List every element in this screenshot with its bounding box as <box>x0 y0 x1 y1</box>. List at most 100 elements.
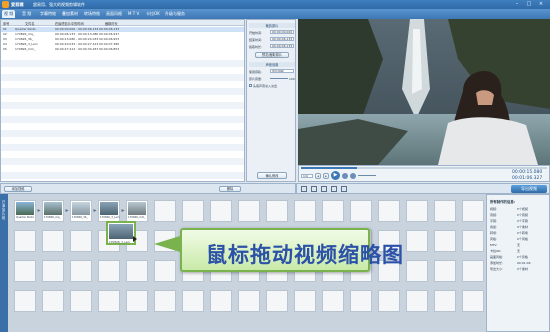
timeline-cell[interactable] <box>462 290 484 312</box>
tab-transitions[interactable]: 转场特效 <box>82 10 102 18</box>
tab-picture-style[interactable]: 画面风格 <box>104 10 124 18</box>
confirm-button[interactable]: 确认修改 <box>257 172 287 179</box>
volume-slider[interactable] <box>358 175 376 176</box>
timeline-side-label: 已添加片段 <box>2 200 6 220</box>
dragged-thumbnail[interactable]: 170826_3_Lsm <box>106 221 136 245</box>
timeline-cell[interactable]: 170826_3b_ <box>70 200 92 222</box>
timeline-cell[interactable] <box>98 290 120 312</box>
preview-cut-button[interactable]: 预览/截取原片 <box>255 52 289 58</box>
transition-arrow-icon[interactable]: ▸ <box>36 200 42 222</box>
timeline-cell[interactable] <box>350 200 372 222</box>
timeline-cell[interactable] <box>70 290 92 312</box>
timeline-cell[interactable]: 170826_mq_ <box>42 200 64 222</box>
cursor-icon <box>133 236 137 242</box>
table-row[interactable]: 05 170826_mm_ 00:00:27.413 - 00:00:34.26… <box>1 47 244 52</box>
tab-video[interactable]: 视 频 <box>2 10 16 18</box>
timeline-cell[interactable] <box>434 230 456 252</box>
duration-field[interactable]: 00:00:06.133 <box>270 44 294 48</box>
speed-field[interactable]: 1/4 <box>301 174 313 178</box>
tab-karaoke[interactable]: 卡拉OK <box>144 10 162 18</box>
fast-forward-icon[interactable] <box>350 173 356 179</box>
tab-overlay[interactable]: 叠加素材 <box>60 10 80 18</box>
timeline-cell[interactable] <box>126 290 148 312</box>
timeline-cell[interactable] <box>294 200 316 222</box>
timeline-cell[interactable] <box>70 230 92 252</box>
tab-subtitle-effects[interactable]: 字幕特效 <box>38 10 58 18</box>
timeline-cell[interactable] <box>322 200 344 222</box>
minimize-icon[interactable]: – <box>513 1 521 7</box>
volume-slider[interactable] <box>270 78 288 79</box>
timeline-cell[interactable] <box>434 260 456 282</box>
transition-arrow-icon[interactable]: ▸ <box>120 200 126 222</box>
clip-thumbnail <box>44 202 62 215</box>
tab-upgrade-service[interactable]: 升级与服务 <box>163 10 187 18</box>
timeline-cell[interactable] <box>462 200 484 222</box>
share-icon[interactable] <box>341 186 347 192</box>
close-icon[interactable]: × <box>537 1 545 7</box>
timeline-side-tab[interactable]: 已添加片段 <box>0 194 8 332</box>
start-time-field[interactable]: 00:00:00.000 <box>270 30 294 34</box>
rotate-icon[interactable] <box>311 186 317 192</box>
timeline-cell[interactable] <box>378 290 400 312</box>
timeline-cell[interactable] <box>182 200 204 222</box>
timeline-cell[interactable] <box>266 200 288 222</box>
delete-button[interactable]: 删除 <box>219 186 241 192</box>
timeline-cell[interactable] <box>434 290 456 312</box>
tab-mtv[interactable]: M T V <box>126 10 141 18</box>
timeline-cell[interactable] <box>462 260 484 282</box>
timeline-cell[interactable] <box>154 200 176 222</box>
timeline-cell[interactable] <box>434 200 456 222</box>
timeline-cell[interactable] <box>462 230 484 252</box>
timeline-cell[interactable]: 170826_mm_ <box>126 200 148 222</box>
video-preview[interactable] <box>298 19 550 165</box>
timeline-cell[interactable]: 170826_3_Lsm <box>98 200 120 222</box>
timeline-cell[interactable] <box>350 290 372 312</box>
snapshot-icon[interactable] <box>321 186 327 192</box>
timeline-cell[interactable] <box>294 290 316 312</box>
step-forward-icon[interactable]: ▸ <box>323 173 329 179</box>
timeline-cell[interactable] <box>210 290 232 312</box>
section-title: 声音设置 <box>249 62 295 67</box>
timeline-cell[interactable] <box>42 260 64 282</box>
timeline-cell[interactable]: Quarter Pants <box>14 200 36 222</box>
tab-audio[interactable]: 音 频 <box>20 10 33 18</box>
timeline-cell[interactable] <box>42 230 64 252</box>
timeline-cell[interactable] <box>42 290 64 312</box>
timeline-cell[interactable] <box>238 290 260 312</box>
timeline-cell[interactable] <box>406 290 428 312</box>
timeline-cell[interactable] <box>98 260 120 282</box>
track-select[interactable]: 原片音轨 <box>270 69 294 73</box>
play-icon[interactable]: ▶ <box>331 171 340 180</box>
timeline-cell[interactable] <box>14 260 36 282</box>
stop-icon[interactable] <box>342 173 348 179</box>
row-timespan: 00:00:27.413 - 00:00:34.267 <box>55 47 99 51</box>
timeline-cell[interactable] <box>70 260 92 282</box>
timeline-cell[interactable] <box>14 290 36 312</box>
add-video-button[interactable]: 添加视频 <box>4 186 32 192</box>
timeline-cell[interactable] <box>406 260 428 282</box>
timeline-cell[interactable] <box>322 290 344 312</box>
timeline-cell[interactable] <box>238 200 260 222</box>
progress-track[interactable] <box>301 167 547 169</box>
timeline-cell[interactable] <box>154 290 176 312</box>
app-subtitle: 超易用、强大的视频剪辑软件 <box>33 2 85 7</box>
column-header: 在最终影片中的时间 <box>55 22 84 26</box>
timeline-cell[interactable] <box>182 290 204 312</box>
maximize-icon[interactable]: □ <box>525 1 533 7</box>
timeline-cell[interactable] <box>126 260 148 282</box>
timeline-cell[interactable] <box>14 230 36 252</box>
split-icon[interactable] <box>331 186 337 192</box>
fade-checkbox[interactable] <box>249 84 252 87</box>
transition-arrow-icon[interactable]: ▸ <box>64 200 70 222</box>
transition-arrow-icon[interactable]: ▸ <box>92 200 98 222</box>
timeline-cell[interactable] <box>378 200 400 222</box>
timeline-cell[interactable] <box>154 260 176 282</box>
crop-icon[interactable] <box>301 186 307 192</box>
timeline-cell[interactable] <box>406 230 428 252</box>
timeline-cell[interactable] <box>266 290 288 312</box>
timeline-cell[interactable] <box>406 200 428 222</box>
end-time-field[interactable]: 00:00:06.133 <box>270 37 294 41</box>
timeline-cell[interactable] <box>210 200 232 222</box>
export-video-button[interactable]: 导出视频 <box>511 185 547 193</box>
step-back-icon[interactable]: ◂ <box>315 173 321 179</box>
